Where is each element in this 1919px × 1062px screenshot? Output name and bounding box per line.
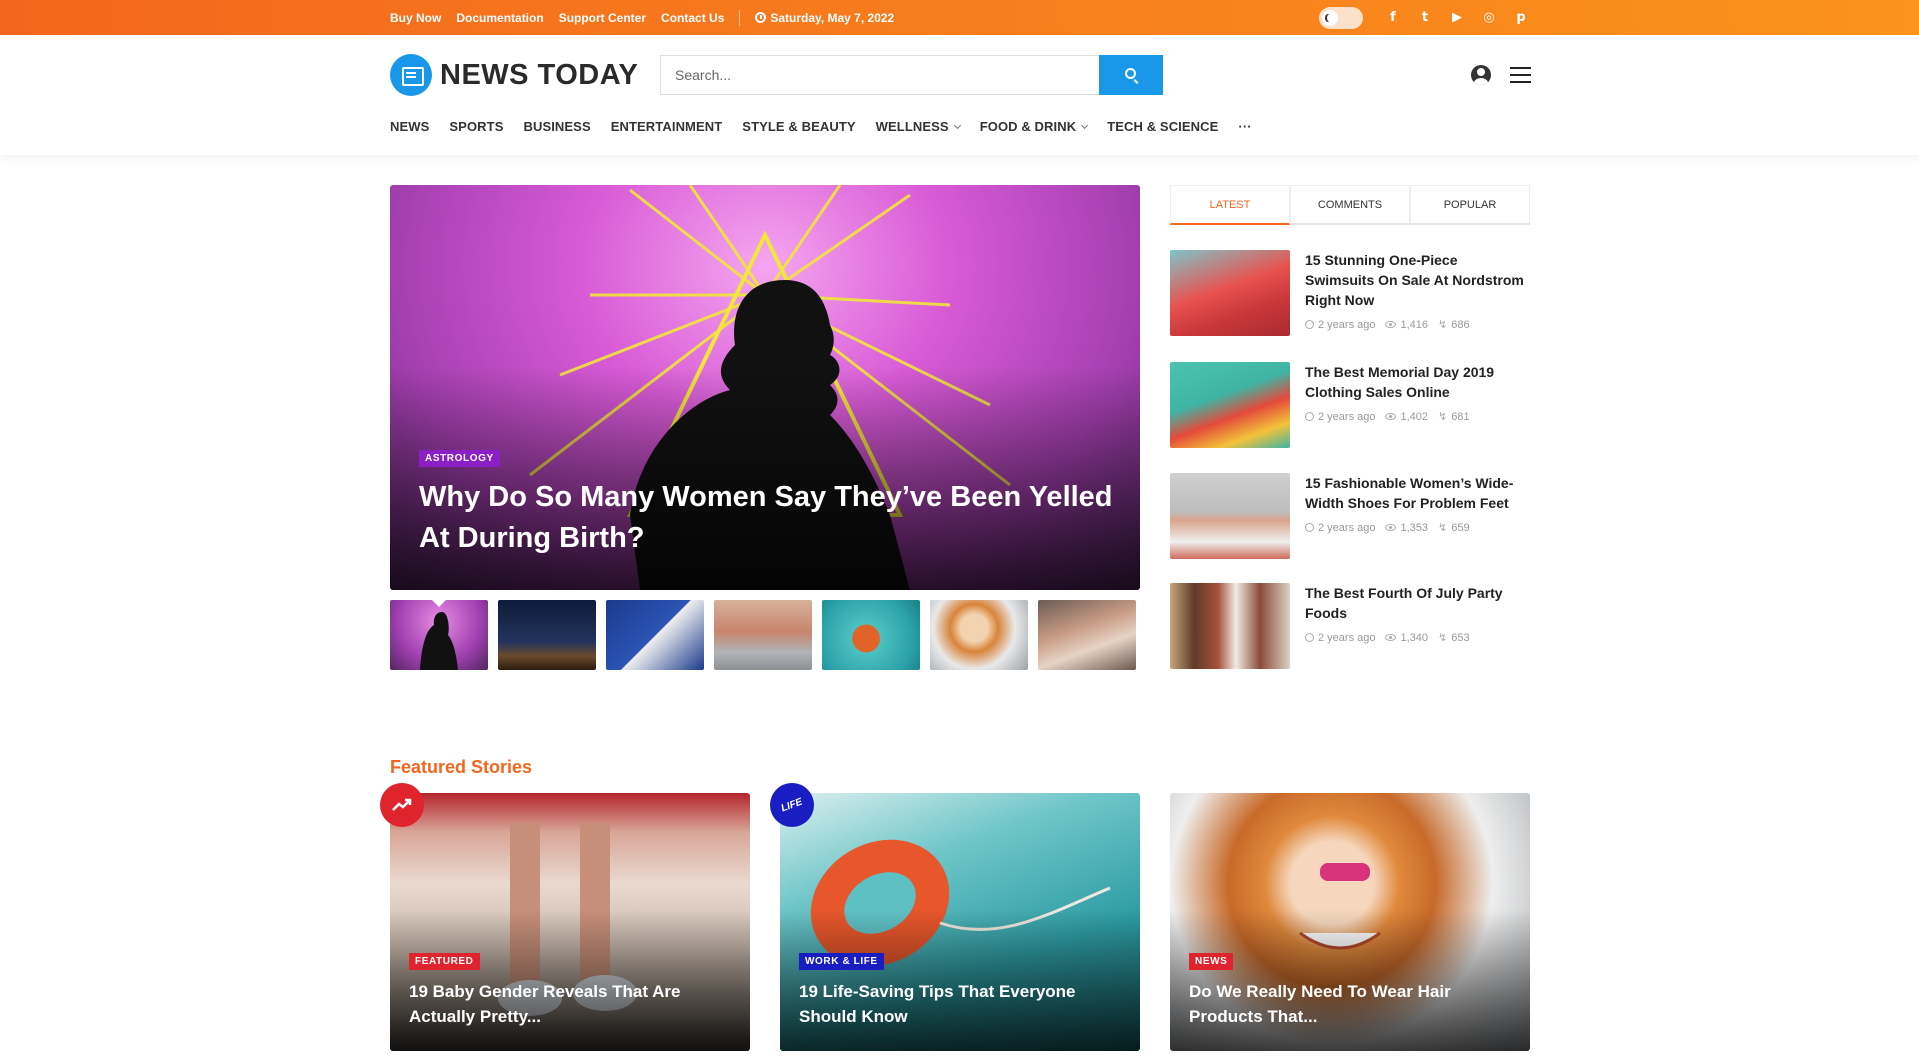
eye-icon: [1385, 413, 1397, 420]
list-item: The Best Fourth Of July Party Foods 2 ye…: [1170, 583, 1530, 669]
nav-item-sports[interactable]: Sports: [449, 119, 503, 134]
youtube-icon[interactable]: ▶: [1449, 10, 1465, 25]
dark-mode-toggle[interactable]: [1319, 6, 1363, 29]
instagram-icon[interactable]: ◎: [1481, 10, 1497, 25]
nav-item-tech-science[interactable]: Tech & Science: [1107, 119, 1218, 134]
tab-popular[interactable]: Popular: [1410, 185, 1530, 223]
list-item: 15 Fashionable Women’s Wide-Width Shoes …: [1170, 473, 1530, 559]
thumbnail[interactable]: [390, 600, 488, 670]
top-bar: Buy Now Documentation Support Center Con…: [0, 0, 1919, 35]
featured-card[interactable]: NEWS Do We Really Need To Wear Hair Prod…: [1170, 793, 1530, 1051]
post-title[interactable]: The Best Fourth Of July Party Foods: [1305, 583, 1530, 623]
card-category-badge[interactable]: FEATURED: [409, 953, 480, 970]
thumbnail[interactable]: [714, 600, 812, 670]
nav-item-food-drink[interactable]: Food & Drink: [980, 119, 1089, 134]
share-icon: ↯: [1438, 410, 1448, 423]
newspaper-icon: [390, 54, 432, 96]
sidebar-tabs: Latest Comments Popular: [1170, 185, 1530, 225]
clock-icon: [1305, 412, 1314, 421]
nav-item-entertainment[interactable]: Entertainment: [611, 119, 723, 134]
life-category-icon[interactable]: LIFE: [770, 783, 814, 827]
moon-icon: [1322, 9, 1338, 26]
list-item: The Best Memorial Day 2019 Clothing Sale…: [1170, 362, 1530, 448]
post-meta: 2 years ago 1,402 ↯ 681: [1305, 410, 1530, 423]
search-form: [660, 55, 1163, 95]
hero-thumbnails: [390, 600, 1136, 670]
post-title[interactable]: The Best Memorial Day 2019 Clothing Sale…: [1305, 362, 1530, 402]
top-right: f t ▶ ◎ p: [1319, 0, 1529, 35]
nav-item-wellness[interactable]: Wellness: [876, 119, 961, 134]
thumbnail[interactable]: [930, 600, 1028, 670]
eye-icon: [1385, 321, 1397, 328]
share-icon: ↯: [1438, 318, 1448, 331]
clock-icon: [1305, 320, 1314, 329]
chevron-down-icon: [953, 121, 961, 129]
card-title[interactable]: Do We Really Need To Wear Hair Products …: [1189, 979, 1509, 1029]
post-thumbnail[interactable]: [1170, 473, 1290, 559]
thumbnail[interactable]: [606, 600, 704, 670]
current-date: Saturday, May 7, 2022: [755, 11, 894, 25]
nav-item-business[interactable]: Business: [523, 119, 590, 134]
search-button[interactable]: [1099, 55, 1163, 95]
eye-icon: [1385, 524, 1397, 531]
trending-icon[interactable]: [380, 783, 424, 827]
logo-text: NEWS TODAY: [440, 58, 639, 91]
post-meta: 2 years ago 1,353 ↯ 659: [1305, 521, 1530, 534]
date-text: Saturday, May 7, 2022: [770, 10, 895, 25]
thumbnail[interactable]: [1038, 600, 1136, 670]
share-icon: ↯: [1438, 521, 1448, 534]
tab-comments[interactable]: Comments: [1290, 185, 1410, 223]
site-logo[interactable]: NEWS TODAY: [390, 54, 638, 96]
post-meta: 2 years ago 1,340 ↯ 653: [1305, 631, 1530, 644]
post-thumbnail[interactable]: [1170, 362, 1290, 448]
share-icon: ↯: [1438, 631, 1448, 644]
documentation-link[interactable]: Documentation: [456, 11, 543, 25]
section-title: Featured Stories: [390, 757, 533, 777]
search-icon: [1125, 68, 1136, 79]
site-header: NEWS TODAY News Sports Business Entertai…: [0, 35, 1919, 155]
nav-more-button[interactable]: ···: [1238, 119, 1251, 134]
post-title[interactable]: 15 Stunning One-Piece Swimsuits On Sale …: [1305, 250, 1530, 310]
nav-item-style-beauty[interactable]: Style & Beauty: [742, 119, 855, 134]
thumbnail[interactable]: [822, 600, 920, 670]
buy-now-link[interactable]: Buy Now: [390, 11, 441, 25]
nav-item-news[interactable]: News: [390, 119, 429, 134]
card-title[interactable]: 19 Baby Gender Reveals That Are Actually…: [409, 979, 729, 1029]
post-meta: 2 years ago 1,416 ↯ 686: [1305, 318, 1530, 331]
hamburger-menu-icon[interactable]: [1510, 67, 1531, 83]
clock-icon: [1305, 523, 1314, 532]
support-center-link[interactable]: Support Center: [559, 11, 646, 25]
top-links: Buy Now Documentation Support Center Con…: [390, 0, 894, 35]
hero-category-badge[interactable]: ASTROLOGY: [419, 450, 500, 467]
post-thumbnail[interactable]: [1170, 583, 1290, 669]
clock-icon: [1305, 633, 1314, 642]
main-nav: News Sports Business Entertainment Style…: [390, 119, 1252, 134]
facebook-icon[interactable]: f: [1385, 10, 1401, 25]
post-title[interactable]: 15 Fashionable Women’s Wide-Width Shoes …: [1305, 473, 1530, 513]
tab-latest[interactable]: Latest: [1170, 185, 1290, 225]
pinterest-icon[interactable]: p: [1513, 10, 1529, 25]
clock-icon: [755, 12, 767, 23]
user-icon[interactable]: [1471, 65, 1491, 85]
divider: [739, 9, 741, 26]
contact-us-link[interactable]: Contact Us: [661, 11, 724, 25]
card-category-badge[interactable]: NEWS: [1189, 953, 1234, 970]
hero-slide[interactable]: ASTROLOGY Why Do So Many Women Say They’…: [390, 185, 1140, 590]
list-item: 15 Stunning One-Piece Swimsuits On Sale …: [1170, 250, 1530, 336]
twitter-icon[interactable]: t: [1417, 10, 1433, 25]
hero-title[interactable]: Why Do So Many Women Say They’ve Been Ye…: [419, 477, 1119, 559]
post-thumbnail[interactable]: [1170, 250, 1290, 336]
eye-icon: [1385, 634, 1397, 641]
chevron-down-icon: [1081, 121, 1089, 129]
thumbnail[interactable]: [498, 600, 596, 670]
card-category-badge[interactable]: WORK & LIFE: [799, 953, 884, 970]
card-title[interactable]: 19 Life-Saving Tips That Everyone Should…: [799, 979, 1119, 1029]
featured-card[interactable]: FEATURED 19 Baby Gender Reveals That Are…: [390, 793, 750, 1051]
search-input[interactable]: [660, 55, 1099, 95]
featured-card[interactable]: WORK & LIFE 19 Life-Saving Tips That Eve…: [780, 793, 1140, 1051]
